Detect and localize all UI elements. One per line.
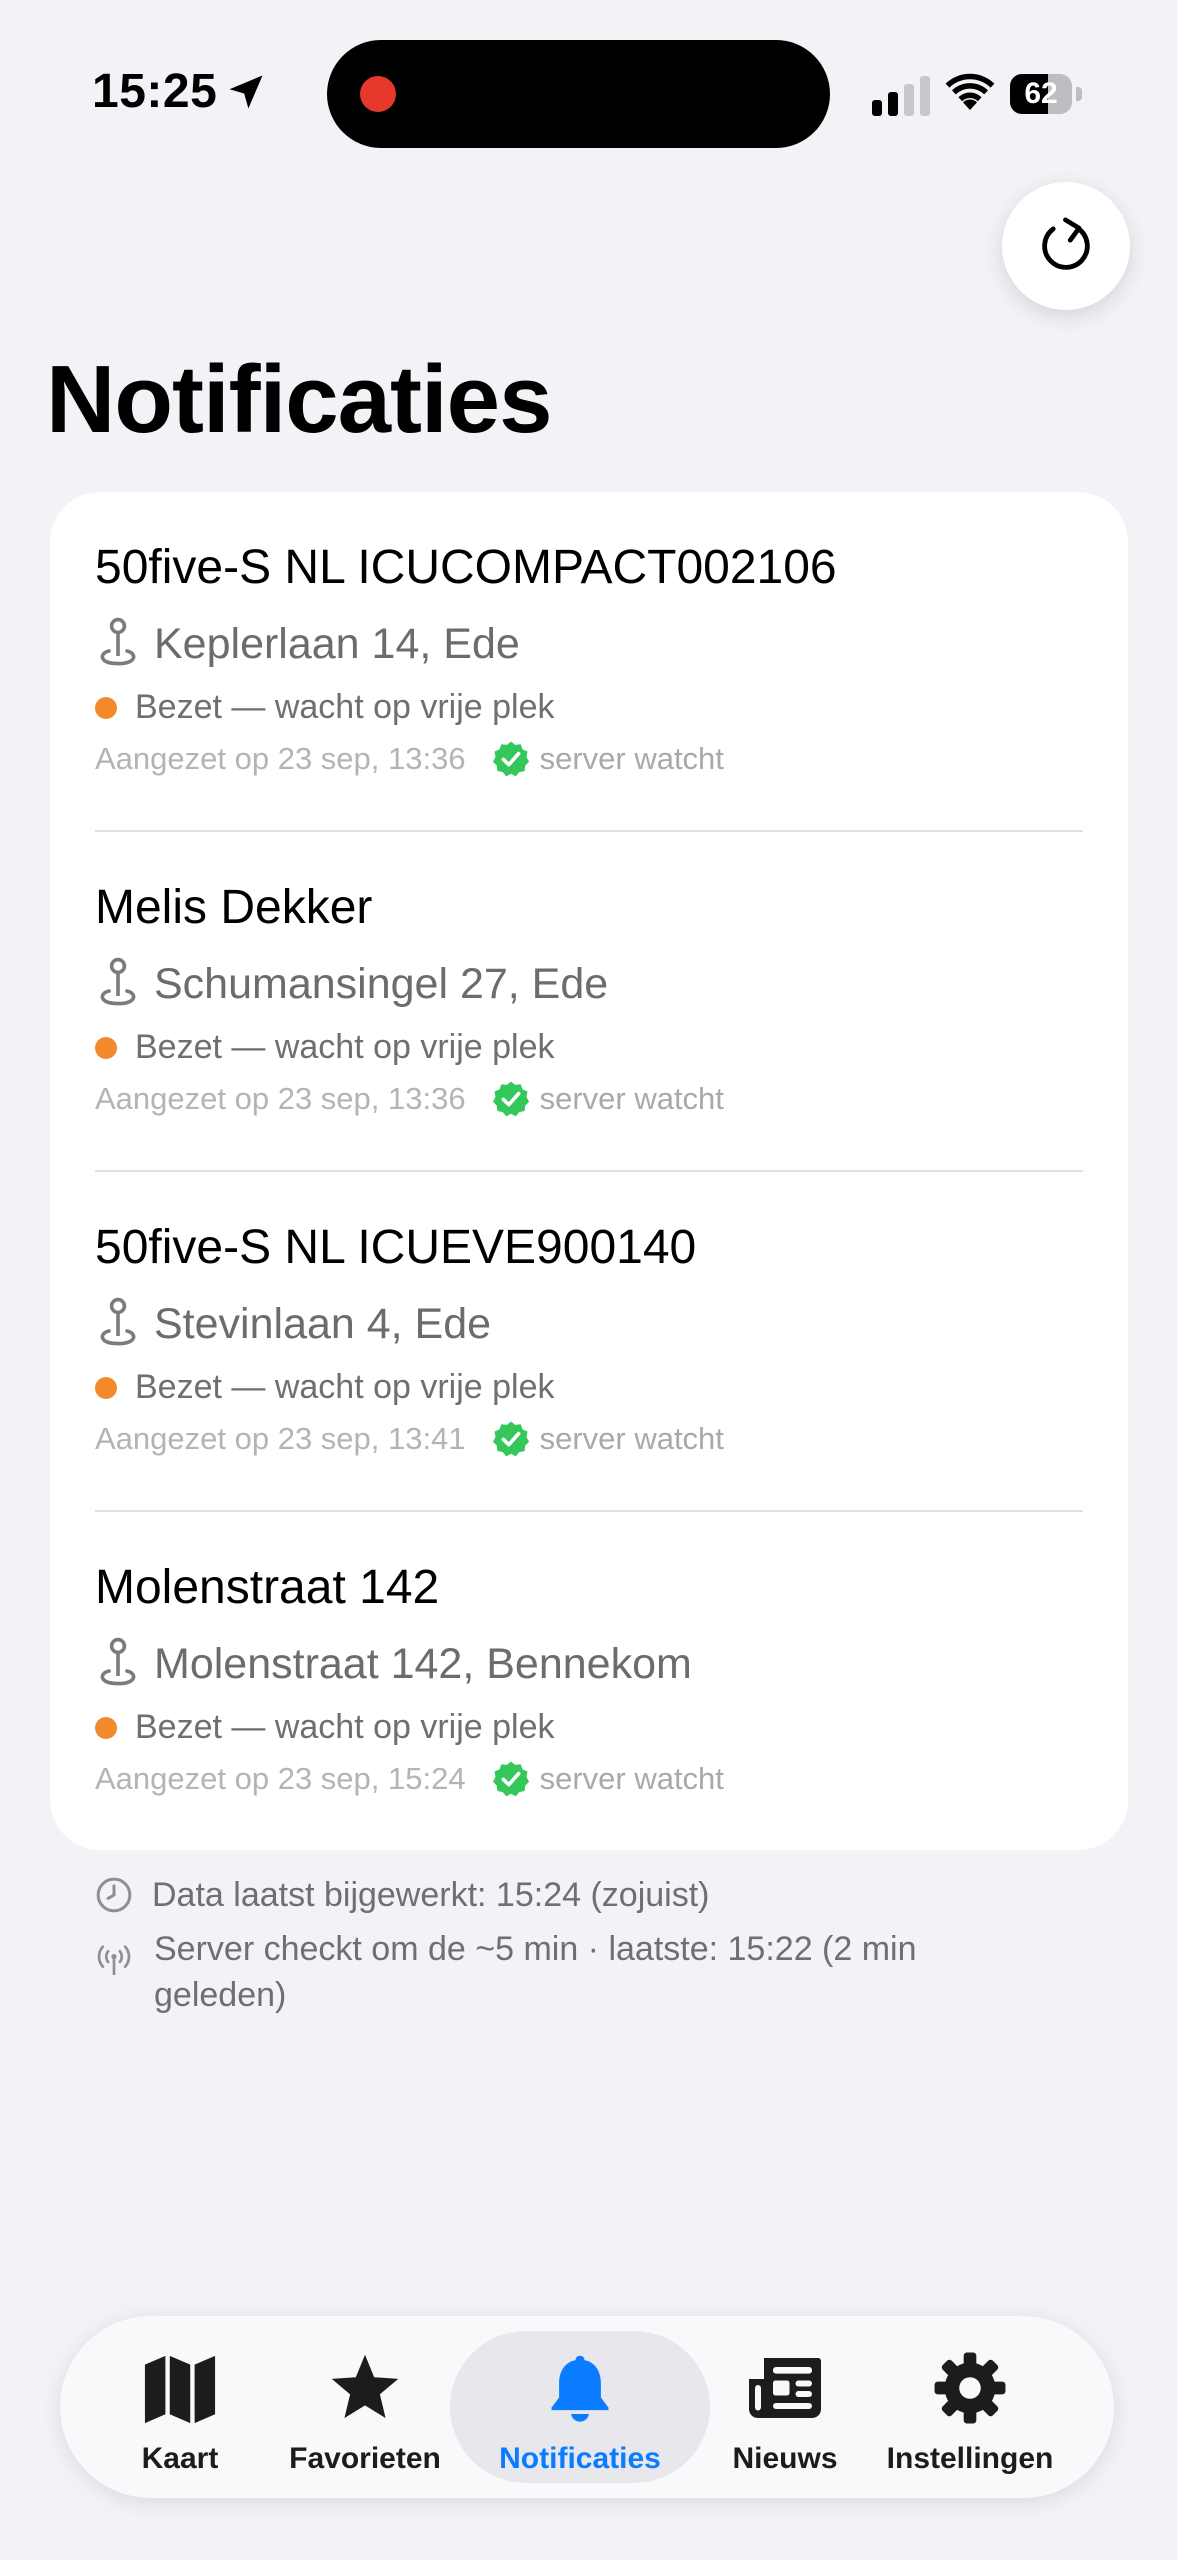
notification-title: 50five-S NL ICUEVE900140 [95,1221,697,1274]
map-pin-icon [100,1637,136,1686]
notification-status: Bezet — wacht op vrije plek [135,688,555,726]
notification-status: Bezet — wacht op vrije plek [135,1368,555,1406]
verified-badge-icon [492,1081,529,1117]
tab-label: Kaart [141,2442,219,2475]
tab-notificaties[interactable]: Notificaties [450,2316,710,2498]
notification-address: Keplerlaan 14, Ede [154,619,520,668]
map-pin-icon [100,617,136,666]
notification-status: Bezet — wacht op vrije plek [135,1708,555,1746]
dynamic-island [327,40,830,148]
server-watch-label: server watcht [539,741,724,776]
page-title: Notificaties [46,346,552,453]
refresh-icon [1042,217,1090,270]
status-row: Bezet — wacht op vrije plek [95,1708,555,1747]
refresh-button[interactable] [1002,182,1130,310]
tab-label: Nieuws [732,2442,838,2475]
battery-indicator: 62 [1010,74,1082,114]
server-watch-label: server watcht [539,1761,724,1796]
newspaper-icon [749,2358,821,2418]
address-row: Molenstraat 142, Bennekom [94,1636,692,1692]
location-arrow-icon [229,75,263,109]
meta-row: Aangezet op 23 sep, 13:36 server watcht [95,1080,724,1118]
notification-item[interactable]: 50five-S NL ICUEVE900140 Stevinlaan 4, E… [50,1172,1128,1512]
server-watch-label: server watcht [539,1421,724,1456]
tab-kaart[interactable]: Kaart [120,2316,240,2498]
server-check-row: Server checkt om de ~5 min · laatste: 15… [94,1926,954,2018]
address-row: Schumansingel 27, Ede [94,956,608,1012]
notification-address: Stevinlaan 4, Ede [154,1299,492,1348]
verified-badge-icon [492,741,529,777]
meta-row: Aangezet op 23 sep, 13:36 server watcht [95,740,724,778]
bell-icon [551,2355,609,2422]
battery-percentage: 62 [1024,77,1058,110]
notifications-list: 50five-S NL ICUCOMPACT002106 Keplerlaan … [50,492,1128,1850]
map-pin-icon [100,957,136,1006]
verified-badge-icon [492,1421,529,1457]
meta-row: Aangezet op 23 sep, 13:41 server watcht [95,1420,724,1458]
server-check-text: Server checkt om de ~5 min · laatste: 15… [154,1930,917,2014]
tab-instellingen[interactable]: Instellingen [870,2316,1070,2498]
recording-indicator-icon [360,76,396,112]
clock-icon [96,1877,132,1913]
last-updated-text: Data laatst bijgewerkt: 15:24 (zojuist) [152,1876,710,1914]
notification-title: 50five-S NL ICUCOMPACT002106 [95,541,837,594]
star-icon [331,2354,399,2419]
tab-favorieten[interactable]: Favorieten [280,2316,450,2498]
tab-nieuws[interactable]: Nieuws [720,2316,850,2498]
tab-bar: Kaart Favorieten Notificaties Nieuws Ins… [60,2316,1114,2498]
server-watch-label: server watcht [539,1081,724,1116]
notification-item[interactable]: Melis Dekker Schumansingel 27, Ede Bezet… [50,832,1128,1172]
map-icon [144,2355,216,2424]
notification-item[interactable]: Molenstraat 142 Molenstraat 142, Benneko… [50,1512,1128,1852]
meta-row: Aangezet op 23 sep, 15:24 server watcht [95,1760,724,1798]
status-row: Bezet — wacht op vrije plek [95,1028,555,1067]
status-time: 15:25 [92,65,218,118]
status-dot-icon [95,1036,117,1059]
notification-item[interactable]: 50five-S NL ICUCOMPACT002106 Keplerlaan … [50,492,1128,832]
address-row: Keplerlaan 14, Ede [94,616,520,672]
status-dot-icon [95,1376,117,1399]
activated-date: Aangezet op 23 sep, 13:36 [95,741,466,776]
tab-label: Notificaties [499,2442,661,2475]
antenna-icon [97,1945,131,1975]
activated-date: Aangezet op 23 sep, 13:41 [95,1421,466,1456]
activated-date: Aangezet op 23 sep, 13:36 [95,1081,466,1116]
address-row: Stevinlaan 4, Ede [94,1296,491,1352]
notification-title: Molenstraat 142 [95,1561,440,1614]
notification-address: Molenstraat 142, Bennekom [154,1639,692,1688]
cellular-signal-icon [872,76,930,116]
last-updated-row: Data laatst bijgewerkt: 15:24 (zojuist) [94,1872,709,1918]
status-dot-icon [95,696,117,719]
verified-badge-icon [492,1761,529,1797]
tab-label: Instellingen [886,2442,1054,2475]
map-pin-icon [100,1297,136,1346]
status-dot-icon [95,1716,117,1739]
gear-icon [934,2352,1006,2424]
notification-title: Melis Dekker [95,881,373,934]
notification-address: Schumansingel 27, Ede [154,959,609,1008]
tab-label: Favorieten [289,2442,441,2475]
activated-date: Aangezet op 23 sep, 15:24 [95,1761,466,1796]
notification-status: Bezet — wacht op vrije plek [135,1028,555,1066]
status-row: Bezet — wacht op vrije plek [95,1368,555,1407]
wifi-icon [945,73,995,110]
status-row: Bezet — wacht op vrije plek [95,688,555,727]
